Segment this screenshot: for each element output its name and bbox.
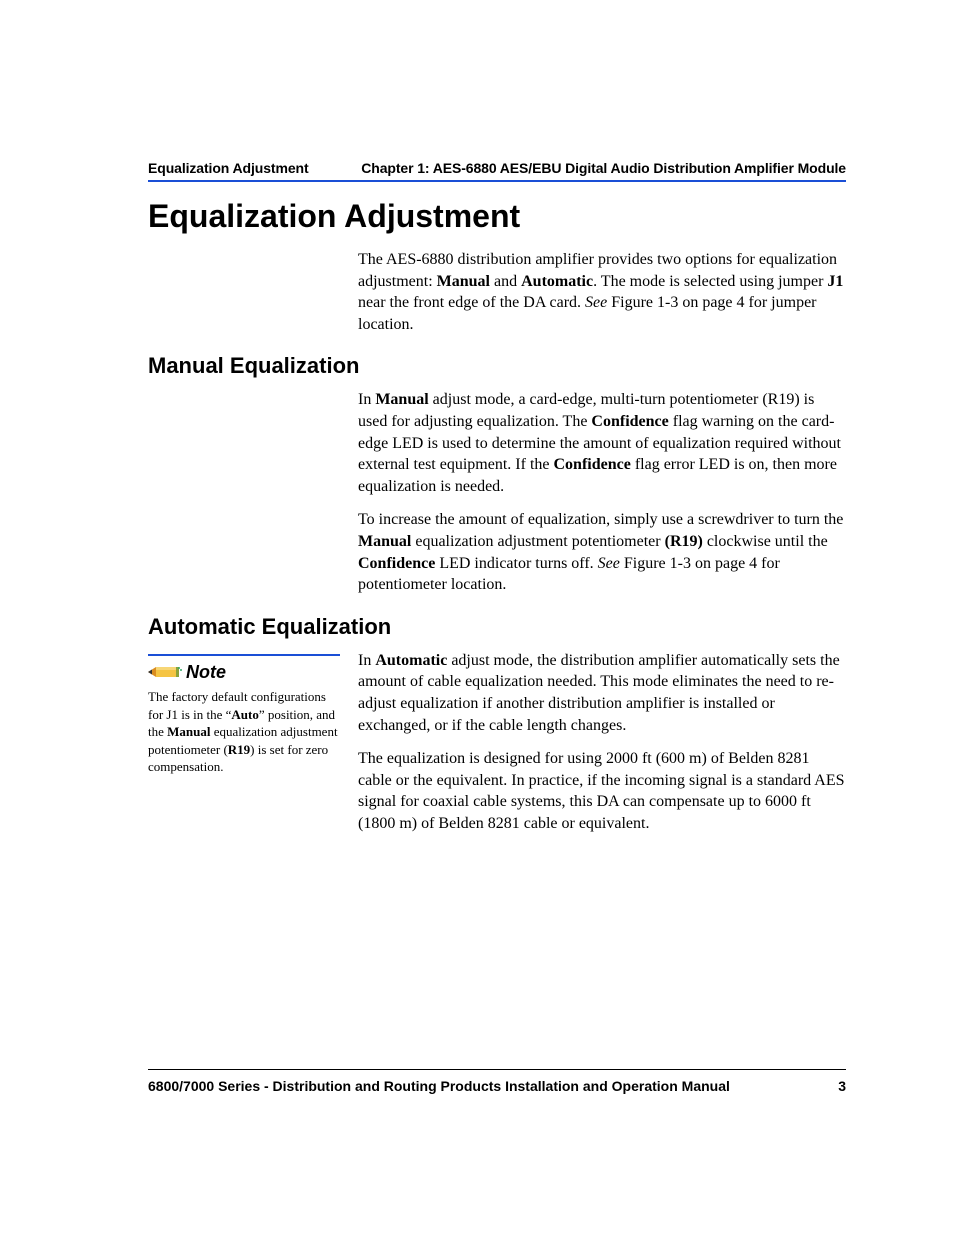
pencil-icon xyxy=(148,665,182,679)
automatic-main: In Automatic adjust mode, the distributi… xyxy=(358,650,846,847)
header-left: Equalization Adjustment xyxy=(148,160,309,176)
page: Equalization Adjustment Chapter 1: AES-6… xyxy=(0,0,954,1235)
manual-paragraph-2: To increase the amount of equalization, … xyxy=(358,509,846,595)
automatic-paragraph-1: In Automatic adjust mode, the distributi… xyxy=(358,650,846,736)
side-note: Note The factory default configurations … xyxy=(148,650,340,847)
note-text: The factory default configurations for J… xyxy=(148,688,340,776)
bold-text: (R19) xyxy=(665,533,703,550)
footer-left: 6800/7000 Series - Distribution and Rout… xyxy=(148,1078,730,1094)
automatic-paragraph-2: The equalization is designed for using 2… xyxy=(358,748,846,834)
bold-text: J1 xyxy=(827,273,843,290)
bold-text: Confidence xyxy=(553,456,630,473)
text: near the front edge of the DA card. xyxy=(358,294,585,311)
intro-paragraph: The AES-6880 distribution amplifier prov… xyxy=(358,249,846,335)
note-word: Note xyxy=(186,660,226,684)
bold-text: Confidence xyxy=(591,413,668,430)
text: clockwise until the xyxy=(703,533,828,550)
text: To increase the amount of equalization, … xyxy=(358,511,843,528)
note-rule xyxy=(148,654,340,656)
bold-text: Manual xyxy=(358,533,411,550)
text: . The mode is selected using jumper xyxy=(593,273,827,290)
bold-text: Automatic xyxy=(521,273,593,290)
running-header: Equalization Adjustment Chapter 1: AES-6… xyxy=(148,160,846,182)
page-title: Equalization Adjustment xyxy=(148,198,846,235)
bold-text: R19 xyxy=(228,742,250,757)
note-label: Note xyxy=(148,660,340,684)
bold-text: Automatic xyxy=(375,652,447,669)
bold-text: Auto xyxy=(231,707,258,722)
footer-page-number: 3 xyxy=(838,1078,846,1094)
text: In xyxy=(358,391,375,408)
automatic-heading: Automatic Equalization xyxy=(148,614,846,640)
bold-text: Manual xyxy=(167,724,210,739)
manual-block: In Manual adjust mode, a card-edge, mult… xyxy=(358,389,846,595)
bold-text: Manual xyxy=(375,391,428,408)
text: In xyxy=(358,652,375,669)
intro-block: The AES-6880 distribution amplifier prov… xyxy=(358,249,846,335)
bold-text: Confidence xyxy=(358,555,435,572)
manual-paragraph-1: In Manual adjust mode, a card-edge, mult… xyxy=(358,389,846,497)
italic-text: See xyxy=(598,555,620,572)
header-right: Chapter 1: AES-6880 AES/EBU Digital Audi… xyxy=(361,160,846,176)
content-area: Equalization Adjustment The AES-6880 dis… xyxy=(148,198,846,846)
footer: 6800/7000 Series - Distribution and Rout… xyxy=(148,1069,846,1094)
manual-heading: Manual Equalization xyxy=(148,353,846,379)
automatic-block: Note The factory default configurations … xyxy=(148,650,846,847)
text: equalization adjustment potentiometer xyxy=(411,533,664,550)
text: LED indicator turns off. xyxy=(435,555,597,572)
italic-text: See xyxy=(585,294,607,311)
bold-text: Manual xyxy=(437,273,490,290)
text: and xyxy=(490,273,521,290)
